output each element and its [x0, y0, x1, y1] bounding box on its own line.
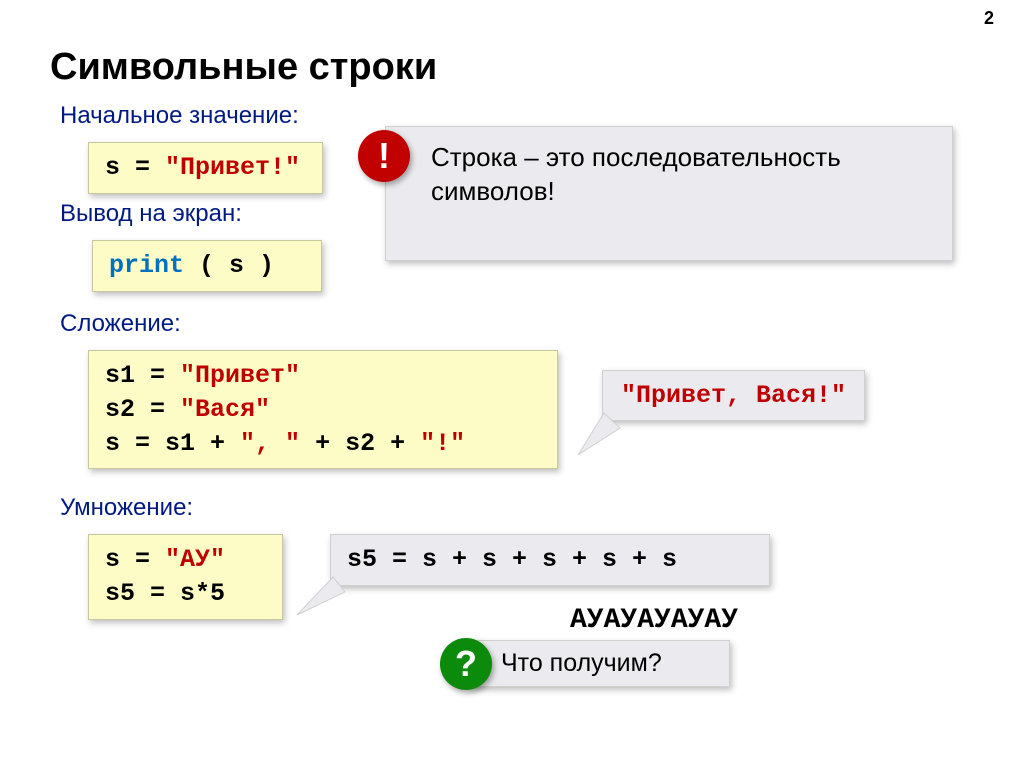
info-text: Строка – это последовательность символов…: [431, 142, 841, 206]
mult-result: АУАУАУАУАУ: [570, 605, 738, 636]
m1b: =: [120, 545, 165, 574]
codebox-initial: s = "Привет!": [88, 142, 323, 194]
c3e: "!": [420, 429, 465, 458]
c2b: =: [135, 395, 180, 424]
c2c: "Вася": [180, 395, 270, 424]
code-kw: print: [109, 251, 184, 280]
heading-concat: Сложение:: [60, 310, 181, 338]
c1a: s1: [105, 361, 135, 390]
heading-output: Вывод на экран:: [60, 200, 242, 228]
question-badge-icon: ?: [440, 638, 492, 690]
m1c: "АУ": [165, 545, 225, 574]
heading-mult: Умножение:: [60, 494, 193, 522]
speech-concat-result: "Привет, Вася!": [602, 370, 865, 421]
codebox-output: print ( s ): [92, 240, 322, 292]
m1a: s: [105, 545, 120, 574]
c3b: = s1 +: [135, 429, 240, 458]
code-str: "Привет!": [165, 153, 300, 182]
page-number: 2: [984, 8, 994, 29]
exclamation-badge-icon: !: [358, 130, 410, 182]
c3d: + s2 +: [300, 429, 420, 458]
speech-mult-expand: s5 = s + s + s + s + s: [330, 534, 770, 586]
c3a: s: [105, 429, 135, 458]
speech-tail-icon: [293, 575, 348, 620]
info-callout: Строка – это последовательность символов…: [385, 126, 953, 261]
question-callout: Что получим?: [470, 640, 730, 687]
c3c: ", ": [240, 429, 300, 458]
code-eq: =: [120, 153, 165, 182]
code-rest: ( s ): [184, 251, 274, 280]
codebox-mult: s = "АУ" s5 = s*5: [88, 534, 283, 620]
c2a: s2: [105, 395, 135, 424]
slide-title: Символьные строки: [50, 46, 437, 89]
speech-tail-icon: [572, 410, 622, 460]
heading-initial: Начальное значение:: [60, 102, 299, 130]
c1b: =: [135, 361, 180, 390]
m2: s5 = s*5: [105, 577, 266, 611]
codebox-concat: s1 = "Привет" s2 = "Вася" s = s1 + ", " …: [88, 350, 558, 469]
code-var: s: [105, 153, 120, 182]
question-text: Что получим?: [501, 649, 662, 677]
c1c: "Привет": [180, 361, 300, 390]
